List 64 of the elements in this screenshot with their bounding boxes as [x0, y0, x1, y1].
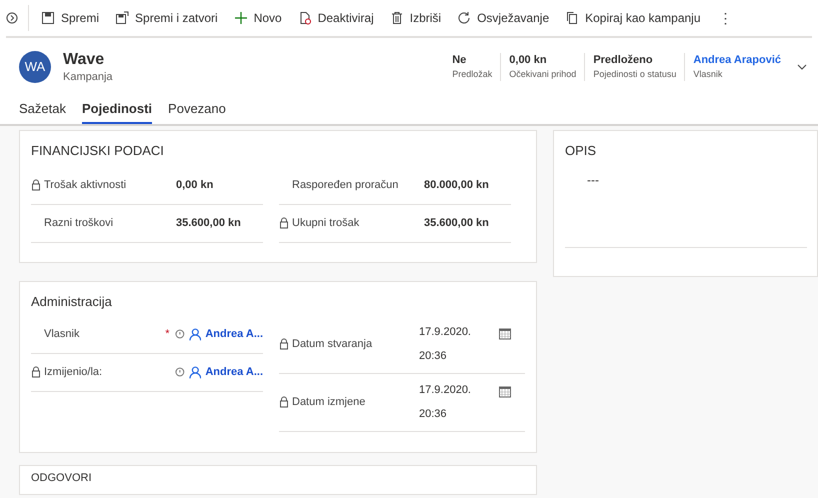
clock-icon — [174, 329, 185, 339]
document-icon — [298, 11, 312, 25]
toolbar-button[interactable]: Spremi i zatvori — [107, 3, 226, 33]
toolbar-button[interactable]: Kopiraj kao kampanju — [557, 3, 709, 33]
section-title: OPIS — [565, 142, 598, 160]
lock-icon — [279, 338, 289, 350]
section-title: Administracija — [31, 293, 113, 311]
chevron-circle-icon[interactable] — [6, 12, 18, 24]
header-label: Očekivani prihod — [509, 68, 576, 81]
required-mark: * — [165, 326, 171, 342]
lock-icon — [279, 396, 289, 408]
lock-icon — [31, 366, 41, 378]
field-label: Datum izmjene — [292, 394, 366, 410]
toolbar-button[interactable]: Deaktiviraj — [290, 3, 382, 33]
date-value: 17.9.2020. — [419, 324, 472, 340]
owner-link[interactable]: Andrea A... — [205, 326, 264, 342]
tab[interactable]: Povezano — [168, 96, 226, 124]
record-title: Wave — [63, 50, 106, 70]
field-label: Vlasnik — [44, 326, 80, 342]
plus-icon — [234, 11, 248, 25]
lock-icon — [31, 179, 41, 191]
person-icon — [188, 366, 202, 378]
section-title: ODGOVORI — [31, 471, 93, 486]
lock-icon — [279, 217, 289, 229]
tab[interactable]: Sažetak — [19, 96, 66, 124]
entity-name: Kampanja — [63, 70, 113, 84]
field-value: 80.000,00 kn — [424, 178, 489, 193]
time-value: 20:36 — [419, 407, 448, 422]
description-value: --- — [587, 172, 599, 188]
person-icon — [188, 328, 202, 340]
field-value: 35.600,00 kn — [176, 216, 241, 231]
field-value: 0,00 kn — [176, 178, 214, 193]
field-label: Ukupni trošak — [292, 216, 360, 231]
date-value: 17.9.2020. — [419, 382, 472, 398]
field-value: 35.600,00 kn — [424, 216, 489, 231]
header-label: Vlasnik — [693, 68, 724, 81]
header-value: Predloženo — [593, 53, 654, 67]
header-value: Ne — [452, 53, 468, 67]
calendar-icon[interactable] — [499, 386, 511, 398]
header-label: Predložak — [452, 68, 492, 81]
clock-icon — [174, 367, 185, 377]
toolbar-button[interactable]: Izbriši — [382, 3, 450, 33]
field-label: Datum stvaranja — [292, 336, 372, 352]
calendar-icon[interactable] — [499, 328, 511, 340]
field-label: Razni troškovi — [44, 216, 114, 231]
trash-can-icon — [390, 11, 404, 25]
toolbar-button[interactable]: Novo — [226, 3, 290, 33]
header-value: 0,00 kn — [509, 53, 548, 67]
toolbar-button[interactable]: Osvježavanje — [449, 3, 558, 33]
field-label: Izmijenio/la: — [44, 364, 102, 380]
time-value: 20:36 — [419, 349, 448, 364]
avatar: WA — [19, 51, 51, 83]
more-button[interactable]: ⋮ — [708, 8, 743, 28]
field-label: Raspoređen proračun — [292, 178, 398, 193]
chevron-down-icon[interactable] — [797, 62, 807, 72]
section-title: FINANCIJSKI PODACI — [31, 142, 165, 160]
copy-icon — [565, 11, 580, 25]
owner-link[interactable]: Andrea Arapović — [693, 53, 781, 67]
toolbar-button[interactable]: Spremi — [33, 3, 108, 33]
header-label: Pojedinosti o statusu — [593, 68, 676, 81]
owner-link[interactable]: Andrea A... — [205, 364, 264, 380]
field-label: Trošak aktivnosti — [44, 178, 126, 193]
refresh-icon — [457, 11, 472, 25]
tab[interactable]: Pojedinosti — [82, 96, 152, 124]
